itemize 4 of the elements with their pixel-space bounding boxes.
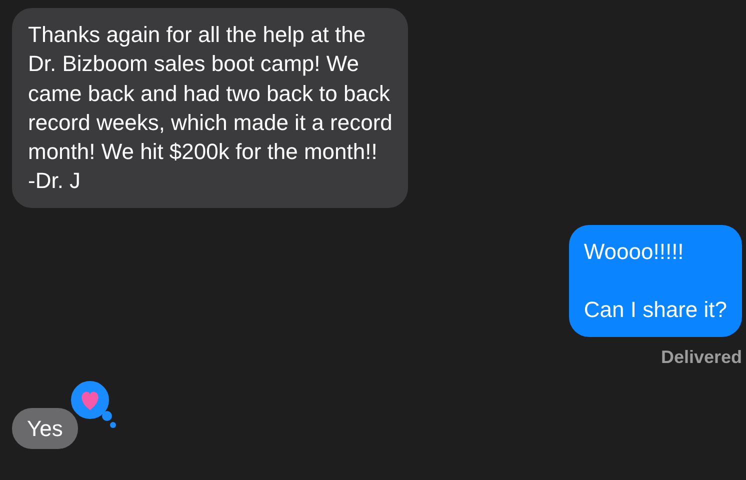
message-bubble: Thanks again for all the help at the Dr. Bizboom sales boot camp! We came back and had two back to back record weeks, which made it a record month! We hit $200k for the month!! -Dr. J	[12, 8, 408, 208]
message-bubble: Woooo!!!!! Can I share it?	[568, 224, 742, 337]
delivery-status: Delivered	[660, 346, 742, 368]
message-bubble: Yes	[12, 408, 78, 449]
